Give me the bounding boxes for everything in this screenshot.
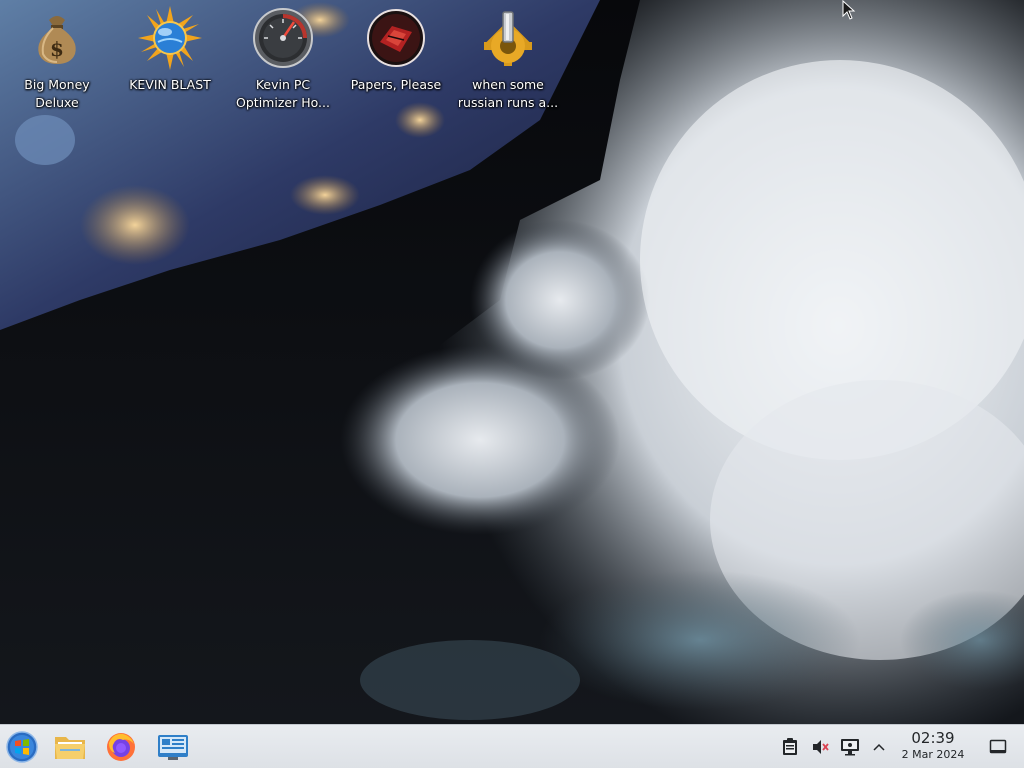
clipboard-icon [783, 738, 797, 755]
icon-label-line2: russian runs a... [457, 95, 559, 110]
papers-please-icon [364, 6, 428, 70]
show-hidden-tray-button[interactable] [869, 737, 889, 757]
money-bag-icon: $ [25, 6, 89, 70]
volume-muted-icon [813, 740, 829, 754]
start-menu-button[interactable] [4, 729, 40, 765]
start-menu-icon [6, 731, 38, 763]
volume-button[interactable] [810, 737, 830, 757]
mouse-cursor-icon [842, 0, 856, 20]
taskbar: 02:39 2 Mar 2024 [0, 724, 1024, 768]
icon-label-line1: KEVIN BLAST [129, 77, 211, 92]
system-settings-button[interactable] [155, 729, 191, 765]
icon-label-line2: Optimizer Ho... [236, 95, 330, 110]
icon-label-line1: Papers, Please [350, 77, 442, 92]
clock-date: 2 Mar 2024 [901, 748, 965, 761]
network-button[interactable] [840, 737, 860, 757]
sun-globe-icon [138, 6, 202, 70]
speedometer-icon [251, 6, 315, 70]
desktop-icon-grid: $ Big Money Deluxe KEVIN BLAST Kevin PC … [0, 0, 1024, 130]
icon-label-line1: Kevin PC [255, 77, 311, 92]
clock-time: 02:39 [911, 729, 955, 747]
icon-label-line1: when some [472, 77, 544, 92]
show-desktop-button[interactable] [988, 737, 1008, 757]
firefox-button[interactable] [103, 729, 139, 765]
clock[interactable]: 02:39 2 Mar 2024 [892, 729, 974, 762]
file-manager-button[interactable] [52, 729, 88, 765]
chevron-up-icon [873, 743, 885, 751]
svg-text:$: $ [50, 37, 64, 61]
desktop-icon-kevin-blast[interactable]: KEVIN BLAST [115, 6, 225, 94]
desktop-icon-kevin-pc-optimizer[interactable]: Kevin PC Optimizer Ho... [228, 6, 338, 112]
gear-icon [476, 6, 540, 70]
clipboard-button[interactable] [780, 737, 800, 757]
show-desktop-icon [989, 739, 1007, 754]
icon-label-line2: Deluxe [35, 95, 79, 110]
network-monitor-icon [841, 739, 859, 756]
desktop-icon-papers-please[interactable]: Papers, Please [341, 6, 451, 94]
desktop-icon-russian-runs[interactable]: when some russian runs a... [453, 6, 563, 112]
icon-label-line1: Big Money [24, 77, 90, 92]
system-settings-icon [158, 735, 188, 760]
desktop-icon-big-money-deluxe[interactable]: $ Big Money Deluxe [2, 6, 112, 112]
file-manager-icon [55, 737, 85, 759]
firefox-icon [107, 733, 135, 761]
